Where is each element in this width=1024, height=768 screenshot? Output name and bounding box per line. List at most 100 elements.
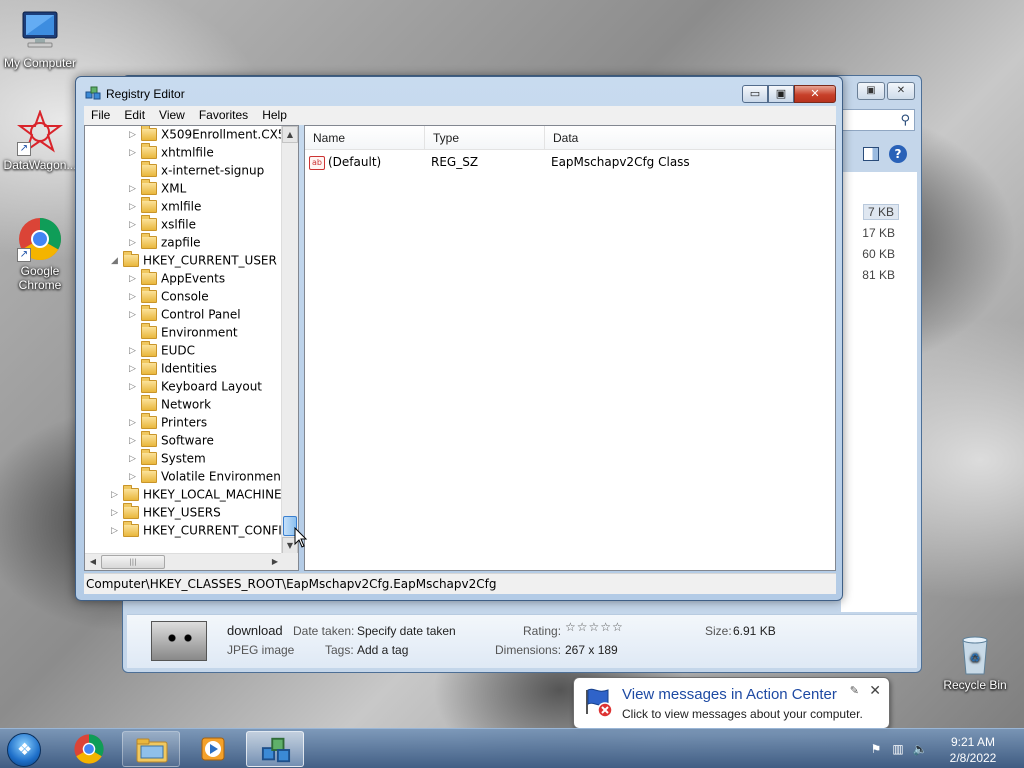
registry-tree[interactable]: ▷ X509Enrollment.CX509 ▷ xhtmlfile x-interne…: [84, 125, 299, 571]
tree-node[interactable]: ▷ HKEY_CURRENT_CONFIG: [111, 521, 291, 541]
tree-node[interactable]: ▷ xslfile: [129, 215, 196, 235]
expand-arrow-icon[interactable]: ▷: [129, 382, 141, 392]
file-size: 81 KB: [862, 268, 895, 282]
expand-arrow-icon[interactable]: ▷: [129, 310, 141, 320]
chrome-icon: ↗: [17, 216, 63, 262]
column-header-name[interactable]: Name: [305, 126, 425, 150]
start-button[interactable]: [4, 731, 48, 767]
taskbar-button-explorer[interactable]: [122, 731, 180, 767]
menu-edit[interactable]: Edit: [117, 106, 152, 125]
taskbar-button-chrome[interactable]: [60, 731, 118, 767]
tree-node[interactable]: ▷ xmlfile: [129, 197, 201, 217]
column-header-type[interactable]: Type: [425, 126, 545, 150]
expand-arrow-icon[interactable]: ▷: [129, 418, 141, 428]
tree-node[interactable]: ▷ HKEY_LOCAL_MACHINE: [111, 485, 282, 505]
details-pane: download JPEG image Date taken: Specify …: [127, 614, 917, 668]
menu-file[interactable]: File: [84, 106, 117, 125]
expand-arrow-icon[interactable]: ▷: [129, 220, 141, 230]
search-box[interactable]: ⚲: [841, 109, 915, 131]
values-list[interactable]: Name Type Data ab (Default) REG_SZ EapMsc…: [304, 125, 836, 571]
expand-arrow-icon[interactable]: ▷: [111, 490, 123, 500]
tree-node-label: System: [161, 451, 206, 466]
tags-value[interactable]: Add a tag: [357, 643, 408, 657]
tree-node[interactable]: ▷ Volatile Environment: [129, 467, 286, 487]
expand-arrow-icon[interactable]: ▷: [129, 454, 141, 464]
tree-node[interactable]: ▷ X509Enrollment.CX509: [129, 126, 298, 145]
rating-stars[interactable]: ☆☆☆☆☆: [565, 620, 624, 634]
status-bar-path: Computer\HKEY_CLASSES_ROOT\EapMschapv2Cf…: [84, 573, 836, 594]
menu-view[interactable]: View: [152, 106, 192, 125]
expand-arrow-icon[interactable]: ▷: [129, 202, 141, 212]
expand-arrow-icon[interactable]: ▷: [129, 184, 141, 194]
tree-horizontal-scrollbar[interactable]: ◀ ||| ▶: [85, 553, 283, 570]
system-clock[interactable]: 9:21 AM 2/8/2022: [933, 734, 1013, 766]
help-icon[interactable]: ?: [889, 145, 907, 163]
tree-node[interactable]: ▷ zapfile: [129, 233, 201, 253]
folder-icon: [141, 395, 157, 411]
expand-arrow-icon[interactable]: ▷: [129, 436, 141, 446]
action-center-notification[interactable]: View messages in Action Center Click to …: [573, 677, 890, 729]
search-icon[interactable]: ⚲: [900, 113, 910, 128]
close-button[interactable]: ✕: [794, 85, 836, 103]
folder-icon: [141, 377, 157, 393]
menu-favorites[interactable]: Favorites: [192, 106, 255, 125]
expand-arrow-icon[interactable]: ▷: [129, 346, 141, 356]
tree-node[interactable]: ◢ HKEY_CURRENT_USER: [111, 251, 277, 271]
title-bar[interactable]: Registry Editor ▭ ▣ ✕: [76, 77, 842, 107]
tree-vertical-scrollbar[interactable]: ▲ ▼: [281, 126, 298, 554]
expand-arrow-icon[interactable]: ▷: [129, 292, 141, 302]
maximize-button[interactable]: ▣: [768, 85, 794, 103]
desktop-icon-google-chrome[interactable]: ↗ Google Chrome: [0, 216, 80, 292]
desktop-icon-datawagon[interactable]: ↗ DataWagon...: [0, 109, 80, 172]
value-row[interactable]: ab (Default) REG_SZ EapMschapv2Cfg Class: [305, 152, 835, 172]
close-button[interactable]: ✕: [887, 82, 915, 100]
scrollbar-thumb[interactable]: |||: [101, 555, 165, 569]
minimize-button[interactable]: ▭: [742, 85, 768, 103]
tree-node-label: EUDC: [161, 343, 195, 358]
maximize-button[interactable]: ▣: [857, 82, 885, 100]
registry-editor-window[interactable]: Registry Editor ▭ ▣ ✕ File Edit View Fav…: [75, 76, 843, 601]
expand-arrow-icon[interactable]: ▷: [129, 364, 141, 374]
preview-pane-icon[interactable]: [863, 147, 879, 161]
desktop-icon-recycle-bin[interactable]: ♻ Recycle Bin: [935, 630, 1015, 692]
desktop-icon-label: My Computer: [3, 56, 77, 70]
expand-arrow-icon[interactable]: ▷: [129, 472, 141, 482]
action-center-tray-icon[interactable]: ⚑: [868, 741, 884, 757]
tree-node-label: Printers: [161, 415, 208, 430]
expand-arrow-icon[interactable]: ▷: [129, 130, 141, 140]
tree-node-label: HKEY_CURRENT_USER: [143, 253, 277, 268]
tree-node[interactable]: ▷ XML: [129, 179, 186, 199]
folder-icon: [123, 485, 139, 501]
computer-icon: [17, 8, 63, 54]
folder-icon: [141, 287, 157, 303]
file-list: 7 KB 17 KB 60 KB 81 KB: [841, 172, 917, 612]
tree-node[interactable]: ▷ EUDC: [129, 341, 195, 361]
close-notification-button[interactable]: ✕: [869, 682, 881, 699]
expand-arrow-icon[interactable]: ▷: [111, 508, 123, 518]
column-header-data[interactable]: Data: [545, 126, 835, 150]
clock-time: 9:21 AM: [950, 735, 996, 749]
menu-help[interactable]: Help: [255, 106, 294, 125]
expand-arrow-icon[interactable]: ▷: [129, 148, 141, 158]
expand-arrow-icon[interactable]: ▷: [129, 238, 141, 248]
folder-icon: [136, 738, 168, 763]
desktop-icon-my-computer[interactable]: My Computer: [0, 8, 80, 70]
date-taken-value[interactable]: Specify date taken: [357, 624, 456, 638]
expand-arrow-icon[interactable]: ▷: [129, 274, 141, 284]
taskbar-button-registry-editor[interactable]: [246, 731, 304, 767]
registry-editor-icon: [85, 85, 101, 101]
dimensions-value: 267 x 189: [565, 643, 618, 657]
taskbar-button-media-player[interactable]: [184, 731, 242, 767]
settings-wrench-icon[interactable]: ✎: [850, 684, 859, 697]
volume-icon[interactable]: 🔈: [912, 741, 928, 757]
tree-node-label: AppEvents: [161, 271, 226, 286]
expand-arrow-icon[interactable]: ◢: [111, 256, 123, 266]
list-header: Name Type Data: [305, 126, 835, 150]
network-icon[interactable]: ▥: [890, 741, 906, 757]
scroll-up-arrow-icon[interactable]: ▲: [282, 126, 298, 143]
action-center-flag-icon: [584, 686, 614, 718]
scroll-left-arrow-icon[interactable]: ◀: [85, 554, 101, 570]
expand-arrow-icon[interactable]: ▷: [111, 526, 123, 536]
window-controls: ▭ ▣ ✕: [742, 85, 836, 103]
notification-title[interactable]: View messages in Action Center: [622, 686, 837, 703]
